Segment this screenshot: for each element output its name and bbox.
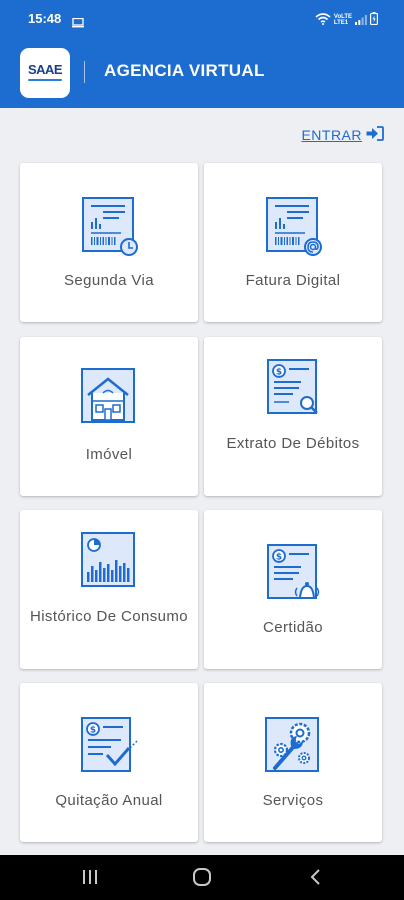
bill-barcode-icon: [82, 197, 138, 256]
saae-logo: SAAE: [20, 48, 70, 98]
debt-statement-icon: $: [267, 359, 318, 414]
app-title: AGENCIA VIRTUAL: [104, 61, 265, 80]
recent-apps-icon[interactable]: [76, 865, 104, 889]
network-lte: LTE1: [333, 19, 349, 26]
services-gears-icon: [265, 717, 319, 772]
card-certidao[interactable]: $ Certidão: [204, 510, 382, 669]
card-quitacao-anual[interactable]: $ Quitação Anual: [20, 683, 198, 842]
card-segunda-via[interactable]: Segunda Via: [20, 163, 198, 322]
app-bar-divider: [84, 61, 85, 83]
login-link[interactable]: ENTRAR: [301, 126, 384, 144]
card-label-servicos: Serviços: [262, 792, 324, 809]
svg-text:$: $: [276, 368, 282, 378]
certificate-icon: $: [267, 544, 320, 599]
logo-text: SAAE: [27, 62, 63, 77]
battery-icon: [370, 10, 379, 29]
status-time: 15:48: [28, 11, 62, 26]
annual-discharge-icon: $: [81, 717, 138, 772]
logo-wave: [28, 79, 62, 81]
navigation-bar: [0, 855, 404, 900]
card-label-certidao: Certidão: [263, 619, 323, 636]
network-type: VoLTE LTE1: [334, 14, 352, 26]
card-fatura-digital[interactable]: Fatura Digital: [204, 163, 382, 322]
sign-in-icon: [366, 126, 384, 144]
card-label-fatura-digital: Fatura Digital: [245, 272, 341, 289]
card-historico-consumo[interactable]: Histórico De Consumo: [20, 510, 198, 669]
card-label-historico-consumo: Histórico De Consumo: [29, 608, 189, 625]
wifi-icon: [315, 10, 331, 29]
card-label-extrato-debitos: Extrato De Débitos: [226, 435, 360, 452]
svg-text:$: $: [276, 553, 282, 563]
card-label-segunda-via: Segunda Via: [63, 272, 155, 289]
home-icon[interactable]: [188, 865, 216, 889]
card-label-quitacao-anual: Quitação Anual: [55, 792, 163, 809]
card-imovel[interactable]: Imóvel: [20, 337, 198, 496]
back-icon[interactable]: [302, 865, 330, 889]
login-label: ENTRAR: [301, 127, 362, 143]
app-bar: SAAE AGENCIA VIRTUAL: [0, 36, 404, 108]
consumption-chart-icon: [81, 532, 135, 587]
svg-text:$: $: [90, 726, 96, 736]
card-label-imovel: Imóvel: [85, 446, 133, 463]
card-servicos[interactable]: Serviços: [204, 683, 382, 842]
monitor-icon: [72, 13, 84, 32]
status-bar: 15:48 VoLTE LTE1: [0, 0, 404, 36]
signal-icon: [355, 10, 367, 29]
card-extrato-debitos[interactable]: $ Extrato De Débitos: [204, 337, 382, 496]
status-icons: VoLTE LTE1: [315, 10, 379, 29]
digital-bill-icon: [266, 197, 322, 256]
house-icon: [81, 368, 135, 423]
